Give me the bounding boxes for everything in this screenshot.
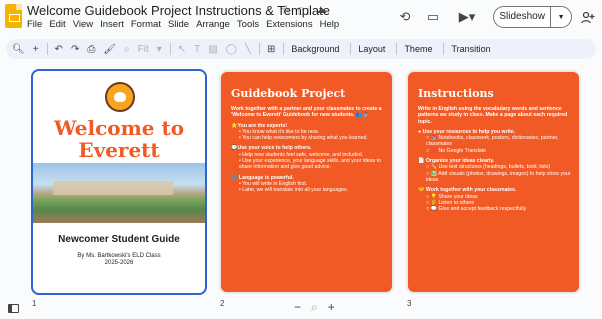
zoom-out-icon[interactable]: − bbox=[294, 300, 301, 315]
school-building-image bbox=[33, 163, 205, 223]
slideshow-button[interactable]: Slideshow bbox=[494, 7, 552, 27]
text-box-icon[interactable]: T bbox=[194, 44, 200, 55]
theme-button[interactable]: Theme bbox=[404, 44, 432, 54]
menu-tools[interactable]: Tools bbox=[237, 19, 259, 30]
layout-button[interactable]: Layout bbox=[358, 44, 385, 54]
background-button[interactable]: Background bbox=[291, 44, 339, 54]
paint-format-icon[interactable]: 🖌︎ bbox=[103, 44, 116, 55]
toolbar-divider bbox=[443, 43, 445, 55]
zoom-in-icon[interactable]: + bbox=[328, 300, 335, 315]
list-item: ○ 📚 Notebooks, classwork, posters, dicti… bbox=[426, 135, 559, 148]
select-cursor-icon[interactable]: ↖ bbox=[178, 44, 186, 55]
share-add-person-icon[interactable] bbox=[578, 8, 598, 28]
slide-thumbnail-1[interactable]: Welcome to Everett Newcomer Student Guid… bbox=[31, 69, 207, 295]
image-icon[interactable]: ▨ bbox=[208, 44, 217, 55]
toolbar-divider bbox=[283, 43, 285, 55]
zoom-icon[interactable]: ⌕ bbox=[124, 44, 130, 55]
menu-view[interactable]: View bbox=[73, 19, 93, 30]
list-item: ○ ✏️ Use text structures (headings, bull… bbox=[426, 164, 551, 171]
line-icon[interactable]: ╲ bbox=[245, 44, 251, 55]
app-header: Welcome Guidebook Project Instructions &… bbox=[0, 0, 602, 36]
menu-format[interactable]: Format bbox=[131, 19, 161, 30]
slide2-body: Work together with a partner and your cl… bbox=[231, 106, 386, 194]
version-history-icon[interactable]: ⟲ bbox=[394, 7, 416, 27]
slideshow-dropdown-chevron-icon[interactable]: ▼ bbox=[551, 14, 571, 21]
zoom-search-icon[interactable]: ⌕ bbox=[311, 300, 318, 315]
slide2-title: Guidebook Project bbox=[231, 87, 346, 100]
zoom-fit-select[interactable]: Fit bbox=[138, 44, 149, 55]
toolbar-divider bbox=[46, 43, 48, 55]
list-item: ○ 🗨️ Give and accept feedback respectful… bbox=[426, 206, 527, 213]
shape-icon[interactable]: ◯ bbox=[226, 44, 237, 55]
bottom-bar: − ⌕ + bbox=[0, 300, 602, 319]
meet-call-icon[interactable]: ▶▾ bbox=[454, 7, 480, 27]
toolbar-divider bbox=[350, 43, 352, 55]
print-icon[interactable]: ⎙ bbox=[87, 44, 95, 55]
menu-arrange[interactable]: Arrange bbox=[196, 19, 230, 30]
toolbar: 🔍︎ + ↶ ↷ ⎙ 🖌︎ ⌕ Fit ▾ ↖ T ▨ ◯ ╲ ⊞ Backgr… bbox=[6, 39, 596, 59]
toolbar-divider bbox=[396, 43, 398, 55]
filmstrip-toggle-icon[interactable] bbox=[8, 304, 19, 313]
slide1-title: Welcome to Everett bbox=[53, 116, 185, 162]
school-mascot-logo bbox=[105, 82, 135, 112]
byline-year: 2025-2026 bbox=[104, 260, 134, 266]
slide3-lead: Write in English using the vocabulary wo… bbox=[418, 106, 568, 125]
redo-icon[interactable]: ↷ bbox=[71, 44, 79, 55]
slides-logo-icon[interactable] bbox=[5, 4, 22, 28]
slide3-title: Instructions bbox=[418, 87, 494, 100]
byline-text: By Ms. Bartkowski's ELD Class bbox=[77, 253, 161, 259]
toolbar-divider bbox=[169, 43, 171, 55]
menu-insert[interactable]: Insert bbox=[100, 19, 124, 30]
comments-icon[interactable]: ▭ bbox=[422, 7, 444, 27]
undo-icon[interactable]: ↶ bbox=[55, 44, 63, 55]
search-menus-icon[interactable]: 🔍︎ bbox=[12, 44, 25, 55]
slide-thumbnail-3[interactable]: Instructions Write in English using the … bbox=[406, 70, 581, 294]
list-item: • Later, we will translate into all your… bbox=[239, 187, 349, 194]
menu-extensions[interactable]: Extensions bbox=[266, 19, 312, 30]
slideshow-button-group: Slideshow ▼ bbox=[493, 6, 572, 28]
slide-grid: Welcome to Everett Newcomer Student Guid… bbox=[0, 62, 602, 308]
list-item: ○ ❌ No Google Translate bbox=[426, 147, 487, 154]
insert-comment-icon[interactable]: ⊞ bbox=[267, 44, 275, 55]
list-item: • Use your experience, your language ski… bbox=[239, 158, 381, 171]
new-slide-icon[interactable]: + bbox=[33, 44, 39, 55]
slide3-body: Write in English using the vocabulary wo… bbox=[418, 106, 573, 212]
menu-bar: File Edit View Insert Format Slide Arran… bbox=[27, 19, 339, 30]
list-item: • You can help newcomers by sharing what… bbox=[239, 135, 368, 142]
grid-zoom-controls: − ⌕ + bbox=[294, 300, 335, 315]
slide2-lead: Work together with a partner and your cl… bbox=[231, 106, 382, 119]
toolbar-divider bbox=[258, 43, 260, 55]
zoom-chevron-down-icon[interactable]: ▾ bbox=[157, 44, 162, 55]
menu-file[interactable]: File bbox=[27, 19, 42, 30]
slide1-subtitle: Newcomer Student Guide bbox=[58, 234, 180, 245]
slide-thumbnail-2[interactable]: Guidebook Project Work together with a p… bbox=[219, 70, 394, 294]
menu-help[interactable]: Help bbox=[320, 19, 340, 30]
slide1-byline: By Ms. Bartkowski's ELD Class 2025-2026 bbox=[33, 253, 205, 267]
menu-slide[interactable]: Slide bbox=[168, 19, 189, 30]
list-item: ○ 🖼️ Add visuals (photos, drawings, imag… bbox=[426, 170, 571, 183]
menu-edit[interactable]: Edit bbox=[49, 19, 65, 30]
transition-button[interactable]: Transition bbox=[451, 44, 490, 54]
